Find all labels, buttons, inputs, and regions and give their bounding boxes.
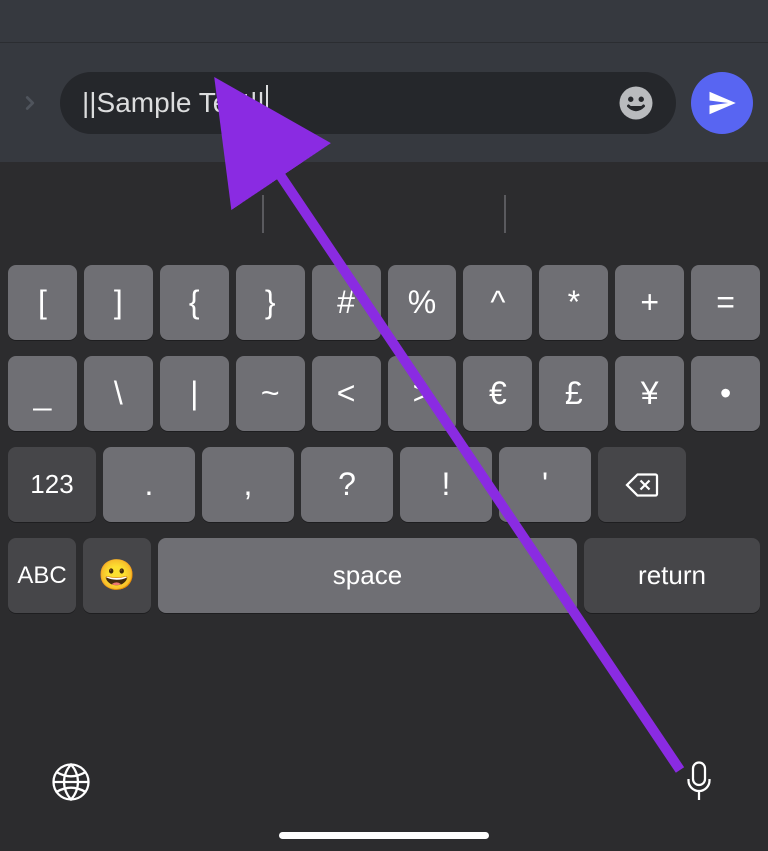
text-cursor bbox=[266, 85, 268, 121]
key-return[interactable]: return bbox=[584, 538, 760, 613]
key-underscore[interactable]: _ bbox=[8, 356, 77, 431]
key-asterisk[interactable]: * bbox=[539, 265, 608, 340]
key-yen[interactable]: ¥ bbox=[615, 356, 684, 431]
key-euro[interactable]: € bbox=[463, 356, 532, 431]
key-greater-than[interactable]: > bbox=[388, 356, 457, 431]
cursor-handle-right[interactable] bbox=[504, 195, 506, 233]
key-backslash[interactable]: \ bbox=[84, 356, 153, 431]
keyboard-area: [ ] { } # % ^ * + = _ \ | ~ < > € £ ¥ • … bbox=[0, 162, 768, 851]
key-plus[interactable]: + bbox=[615, 265, 684, 340]
key-left-bracket[interactable]: [ bbox=[8, 265, 77, 340]
key-tilde[interactable]: ~ bbox=[236, 356, 305, 431]
send-button[interactable] bbox=[691, 72, 753, 134]
key-caret[interactable]: ^ bbox=[463, 265, 532, 340]
globe-icon[interactable] bbox=[50, 761, 92, 808]
key-pound[interactable]: £ bbox=[539, 356, 608, 431]
virtual-keyboard: [ ] { } # % ^ * + = _ \ | ~ < > € £ ¥ • … bbox=[0, 265, 768, 613]
message-text: ||Sample Text|| bbox=[82, 87, 265, 119]
microphone-icon[interactable] bbox=[680, 761, 718, 808]
expand-icon[interactable] bbox=[15, 92, 45, 114]
key-right-bracket[interactable]: ] bbox=[84, 265, 153, 340]
keyboard-row-3: 123 . , ? ! ' bbox=[4, 447, 764, 522]
key-bullet[interactable]: • bbox=[691, 356, 760, 431]
message-input-text[interactable]: ||Sample Text|| bbox=[82, 85, 268, 121]
key-backspace[interactable] bbox=[598, 447, 686, 522]
key-period[interactable]: . bbox=[103, 447, 195, 522]
key-right-brace[interactable]: } bbox=[236, 265, 305, 340]
keyboard-row-2: _ \ | ~ < > € £ ¥ • bbox=[4, 356, 764, 431]
key-space[interactable]: space bbox=[158, 538, 577, 613]
key-hash[interactable]: # bbox=[312, 265, 381, 340]
message-input-container[interactable]: ||Sample Text|| bbox=[60, 72, 676, 134]
key-emoji[interactable]: 😀 bbox=[83, 538, 151, 613]
key-equals[interactable]: = bbox=[691, 265, 760, 340]
key-less-than[interactable]: < bbox=[312, 356, 381, 431]
key-123-toggle[interactable]: 123 bbox=[8, 447, 96, 522]
key-pipe[interactable]: | bbox=[160, 356, 229, 431]
cursor-handle-left[interactable] bbox=[262, 195, 264, 233]
home-indicator[interactable] bbox=[279, 832, 489, 839]
keyboard-row-1: [ ] { } # % ^ * + = bbox=[4, 265, 764, 340]
key-apostrophe[interactable]: ' bbox=[499, 447, 591, 522]
key-abc-toggle[interactable]: ABC bbox=[8, 538, 76, 613]
cursor-handles bbox=[0, 162, 768, 265]
chat-input-bar: ||Sample Text|| bbox=[0, 42, 768, 162]
key-question[interactable]: ? bbox=[301, 447, 393, 522]
key-percent[interactable]: % bbox=[388, 265, 457, 340]
key-exclamation[interactable]: ! bbox=[400, 447, 492, 522]
keyboard-row-4: ABC 😀 space return bbox=[4, 538, 764, 613]
emoji-picker-icon[interactable] bbox=[618, 85, 654, 121]
key-comma[interactable]: , bbox=[202, 447, 294, 522]
key-left-brace[interactable]: { bbox=[160, 265, 229, 340]
